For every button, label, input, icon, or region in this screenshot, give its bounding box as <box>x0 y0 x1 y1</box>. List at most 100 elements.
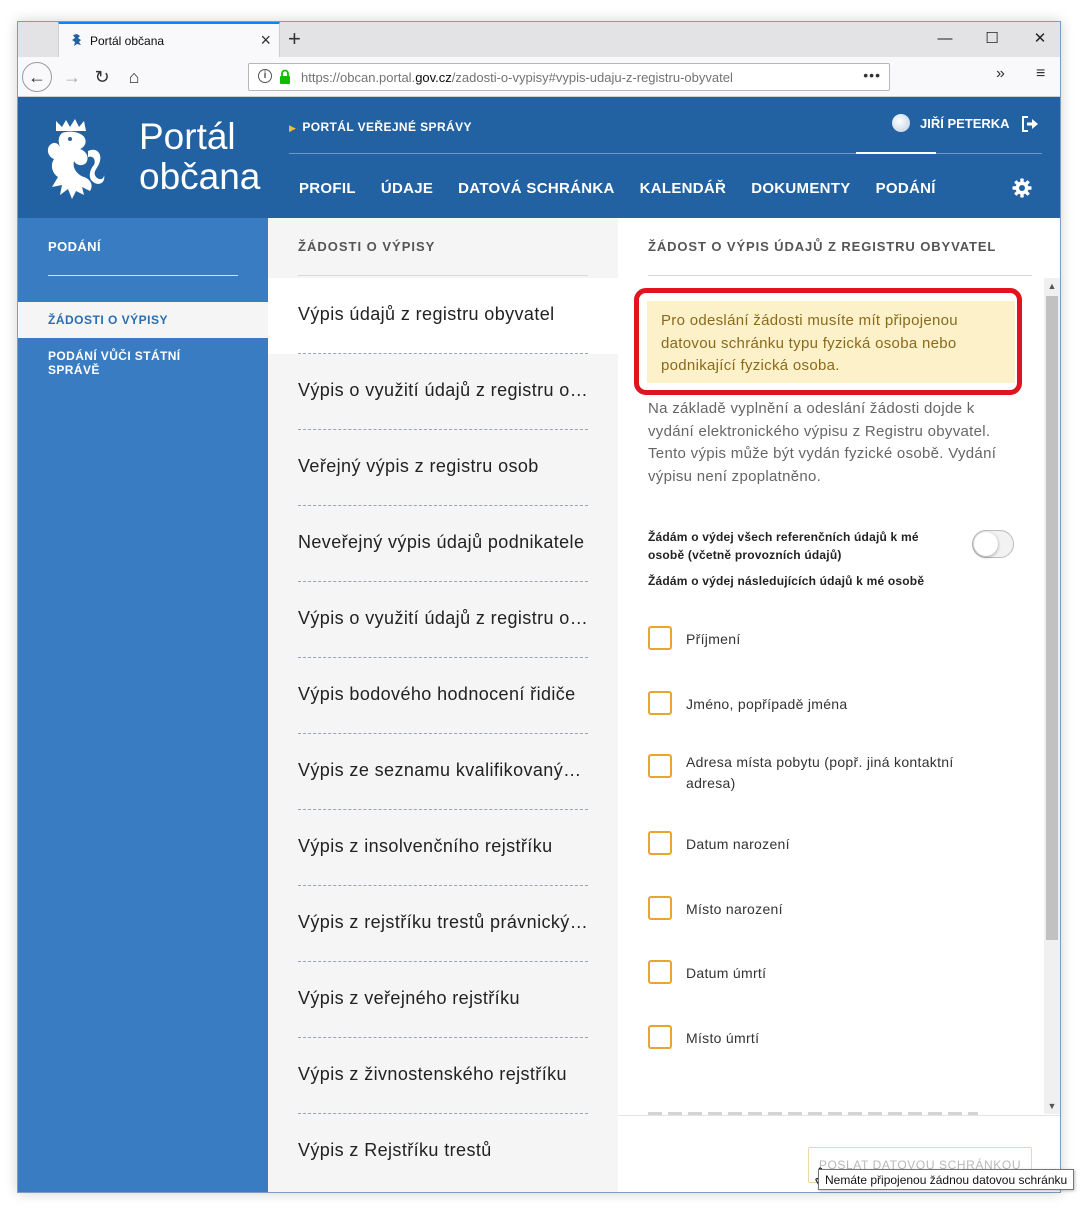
checkbox-label: Místo úmrtí <box>686 1030 760 1046</box>
list-item[interactable]: Výpis z rejstříku trestů právnických oso… <box>268 886 618 962</box>
close-window-icon[interactable]: ✕ <box>1029 28 1051 50</box>
list-item-label: Výpis z insolvenčního rejstříku <box>298 836 553 856</box>
nav-kalendar[interactable]: KALENDÁŘ <box>640 180 727 197</box>
scroll-down-icon[interactable]: ▼ <box>1044 1098 1060 1114</box>
all-data-toggle-label: Žádám o výdej všech referenčních údajů k… <box>648 530 919 562</box>
lion-logo-icon[interactable] <box>42 117 108 201</box>
detail-title: ŽÁDOST O VÝPIS ÚDAJŮ Z REGISTRU OBYVATEL <box>648 239 997 254</box>
logout-icon[interactable] <box>1021 116 1039 132</box>
portal-brand[interactable]: Portál občana <box>139 117 260 197</box>
triangle-icon: ▶ <box>289 123 297 133</box>
list-item-label: Výpis z rejstříku trestů právnických oso… <box>298 912 590 932</box>
list-item[interactable]: Výpis údajů z registru obyvatel <box>268 278 618 354</box>
checkbox[interactable] <box>648 896 672 920</box>
menu-icon[interactable]: ≡ <box>1036 65 1045 83</box>
list-item[interactable]: Výpis ze seznamu kvalifikovaných dodavat… <box>268 734 618 810</box>
lion-favicon-icon <box>72 34 81 46</box>
list-item-label: Výpis bodového hodnocení řidiče <box>298 684 576 704</box>
checkbox-label: Místo narození <box>686 901 783 917</box>
detail-scrollbar[interactable]: ▲ ▼ <box>1044 278 1060 1114</box>
new-tab-icon[interactable]: + <box>288 26 301 52</box>
list-item[interactable]: Výpis bodového hodnocení řidiče <box>268 658 618 734</box>
more-icon[interactable]: ••• <box>863 67 881 83</box>
overflow-icon[interactable]: » <box>996 65 1005 83</box>
browser-tab[interactable]: Portál občana × <box>58 22 280 57</box>
list-item-label: Výpis o využití údajů z registru obyvate… <box>298 380 590 400</box>
scroll-up-icon[interactable]: ▲ <box>1044 278 1060 294</box>
list-item[interactable]: Veřejný výpis z registru osob <box>268 430 618 506</box>
list-item-label: Výpis o využití údajů z registru osob <box>298 608 590 628</box>
url-text[interactable]: https://obcan.portal.gov.cz/zadosti-o-vy… <box>301 70 733 85</box>
portal-link-label: PORTÁL VEŘEJNÉ SPRÁVY <box>302 120 472 134</box>
gear-icon[interactable] <box>1012 178 1032 198</box>
tab-bar: Portál občana × + — ☐ ✕ <box>18 22 1060 57</box>
checkbox-label: Datum úmrtí <box>686 965 767 981</box>
sidebar-item-label: ŽÁDOSTI O VÝPISY <box>48 313 169 327</box>
list-item[interactable]: Výpis o využití údajů z registru osob <box>268 582 618 658</box>
checkbox[interactable] <box>648 1025 672 1049</box>
reload-icon[interactable]: ↻ <box>88 63 116 91</box>
list-item[interactable]: Výpis z insolvenčního rejstříku <box>268 810 618 886</box>
list-item[interactable]: Výpis o využití údajů z registru obyvate… <box>268 354 618 430</box>
footer-divider <box>618 1115 1060 1116</box>
list-title: ŽÁDOSTI O VÝPISY <box>298 239 436 254</box>
back-icon[interactable]: ← <box>22 62 52 92</box>
checkbox-label: Adresa místa pobytu (popř. jiná kontaktn… <box>686 754 954 791</box>
list-item-label: Výpis z veřejného rejstříku <box>298 988 520 1008</box>
maximize-icon[interactable]: ☐ <box>981 28 1003 50</box>
nav-podani[interactable]: PODÁNÍ <box>876 180 936 197</box>
address-bar[interactable]: i https://obcan.portal.gov.cz/zadosti-o-… <box>248 63 890 91</box>
scroll-thumb[interactable] <box>1046 296 1058 940</box>
warning-notice: Pro odeslání žádosti musíte mít připojen… <box>647 301 1015 383</box>
portal-verejne-spravy-link[interactable]: ▶ PORTÁL VEŘEJNÉ SPRÁVY <box>289 120 472 134</box>
brand-line-2: občana <box>139 156 261 197</box>
checkbox[interactable] <box>648 754 672 778</box>
portal-header: Portál občana ▶ PORTÁL VEŘEJNÉ SPRÁVY JIŘ… <box>18 97 1060 218</box>
all-data-toggle[interactable] <box>972 530 1014 558</box>
sidebar-divider <box>48 275 238 276</box>
minimize-icon[interactable]: — <box>934 28 956 50</box>
nav-datova-schranka[interactable]: DATOVÁ SCHRÁNKA <box>458 180 614 197</box>
checkbox[interactable] <box>648 831 672 855</box>
checkbox-label: Příjmení <box>686 631 741 647</box>
avatar <box>892 114 910 132</box>
tab-close-icon[interactable]: × <box>260 30 271 50</box>
tab-title: Portál občana <box>90 34 165 48</box>
checkbox-heading: Žádám o výdej následujících údajů k mé o… <box>648 574 925 588</box>
nav-udaje[interactable]: ÚDAJE <box>381 180 433 197</box>
brand-line-1: Portál <box>139 116 236 157</box>
sidebar-item-zadosti-o-vypisy[interactable]: ŽÁDOSTI O VÝPISY <box>18 302 268 338</box>
list-divider <box>298 275 588 276</box>
home-icon[interactable]: ⌂ <box>120 63 148 91</box>
checkbox-label: Jméno, popřípadě jména <box>686 696 848 712</box>
list-item-label: Veřejný výpis z registru osob <box>298 456 539 476</box>
checkbox[interactable] <box>648 691 672 715</box>
info-icon[interactable]: i <box>258 69 272 83</box>
list-item-label: Výpis údajů z registru obyvatel <box>298 304 555 324</box>
nav-dokumenty[interactable]: DOKUMENTY <box>751 180 850 197</box>
sidebar-item-podani-vuci-statni-sprave[interactable]: PODÁNÍ VŮČI STÁTNÍ SPRÁVĚ <box>48 349 218 377</box>
navigation-bar: ← → ↻ ⌂ i https://obcan.portal.gov.cz/za… <box>18 57 1060 97</box>
user-underline <box>856 152 936 154</box>
sidebar-title: PODÁNÍ <box>48 239 101 254</box>
list-item-label: Výpis z živnostenského rejstříku <box>298 1064 567 1084</box>
sidebar: PODÁNÍ ŽÁDOSTI O VÝPISY PODÁNÍ VŮČI STÁT… <box>18 218 268 1192</box>
toggle-knob <box>974 532 998 556</box>
tooltip: Nemáte připojenou žádnou datovou schránk… <box>818 1169 1075 1190</box>
nav-profil[interactable]: PROFIL <box>299 180 356 197</box>
list-item-label: Výpis z Rejstříku trestů <box>298 1140 492 1160</box>
list-item[interactable]: Neveřejný výpis údajů podnikatele <box>268 506 618 582</box>
list-item[interactable]: Výpis z Rejstříku trestů <box>268 1114 618 1190</box>
checkbox[interactable] <box>648 960 672 984</box>
request-list: ŽÁDOSTI O VÝPISY Výpis údajů z registru … <box>268 218 618 1192</box>
browser-window: Portál občana × + — ☐ ✕ ← → ↻ ⌂ i https:… <box>17 21 1061 1193</box>
forward-icon[interactable]: → <box>58 63 86 91</box>
main-navigation: PROFIL ÚDAJE DATOVÁ SCHRÁNKA KALENDÁŘ DO… <box>299 180 961 197</box>
checkbox[interactable] <box>648 626 672 650</box>
list-item[interactable]: Výpis z živnostenského rejstříku <box>268 1038 618 1114</box>
user-name: JIŘÍ PETERKA <box>920 116 1010 131</box>
lock-icon <box>280 69 290 84</box>
list-item[interactable]: Výpis z veřejného rejstříku <box>268 962 618 1038</box>
list-item-label: Výpis ze seznamu kvalifikovaných dodavat… <box>298 760 590 780</box>
request-detail: ŽÁDOST O VÝPIS ÚDAJŮ Z REGISTRU OBYVATEL… <box>618 218 1060 1192</box>
